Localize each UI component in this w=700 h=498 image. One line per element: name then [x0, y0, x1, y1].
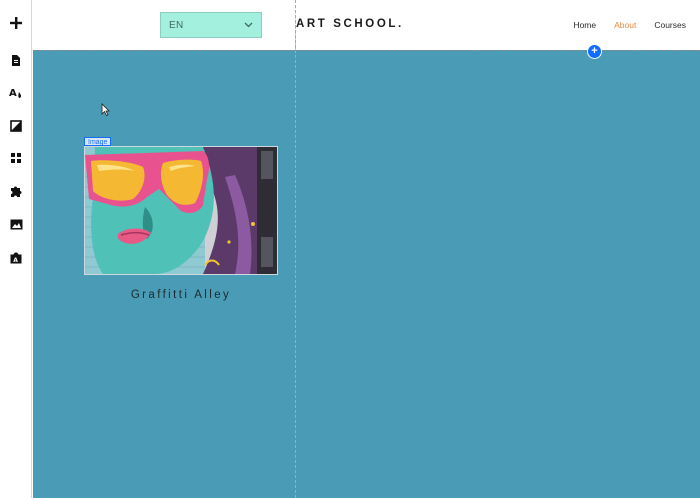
image-selection-tag: Image — [84, 137, 112, 146]
graffiti-mural-picture — [85, 147, 277, 274]
editor-toolbar: A A — [0, 0, 32, 498]
background-icon — [10, 120, 22, 132]
nav-courses[interactable]: Courses — [654, 20, 686, 30]
center-guide — [295, 0, 296, 498]
site-canvas[interactable]: EN ART SCHOOL. Home About Courses + Imag… — [33, 0, 700, 498]
nav-home[interactable]: Home — [573, 20, 596, 30]
apps-icon — [11, 153, 21, 163]
site-header[interactable]: EN ART SCHOOL. Home About Courses — [33, 0, 700, 50]
blog-button[interactable]: A — [0, 244, 32, 270]
background-button[interactable] — [0, 113, 32, 139]
nav-about[interactable]: About — [614, 20, 636, 30]
design-icon: A — [9, 88, 22, 99]
language-value: EN — [169, 19, 184, 31]
graffiti-image[interactable] — [84, 146, 278, 275]
svg-text:A: A — [9, 88, 17, 99]
mouse-cursor-icon — [101, 103, 110, 116]
puzzle-icon — [10, 186, 21, 197]
add-elements-button[interactable] — [0, 10, 32, 36]
media-button[interactable] — [0, 211, 32, 237]
pages-button[interactable] — [0, 47, 32, 73]
site-logo[interactable]: ART SCHOOL. — [296, 18, 404, 30]
site-nav: Home About Courses — [573, 20, 686, 30]
pages-icon — [12, 54, 20, 66]
business-apps-button[interactable] — [0, 178, 32, 204]
add-icon — [10, 17, 22, 29]
language-selector[interactable]: EN — [160, 12, 262, 38]
blog-icon: A — [10, 252, 22, 264]
svg-text:A: A — [13, 257, 18, 264]
image-caption[interactable]: Graffitti Alley — [85, 289, 277, 301]
apps-button[interactable] — [0, 145, 32, 171]
media-icon — [10, 219, 22, 229]
chevron-down-icon — [244, 22, 253, 28]
design-button[interactable]: A — [0, 80, 32, 106]
add-section-button[interactable]: + — [588, 45, 601, 58]
